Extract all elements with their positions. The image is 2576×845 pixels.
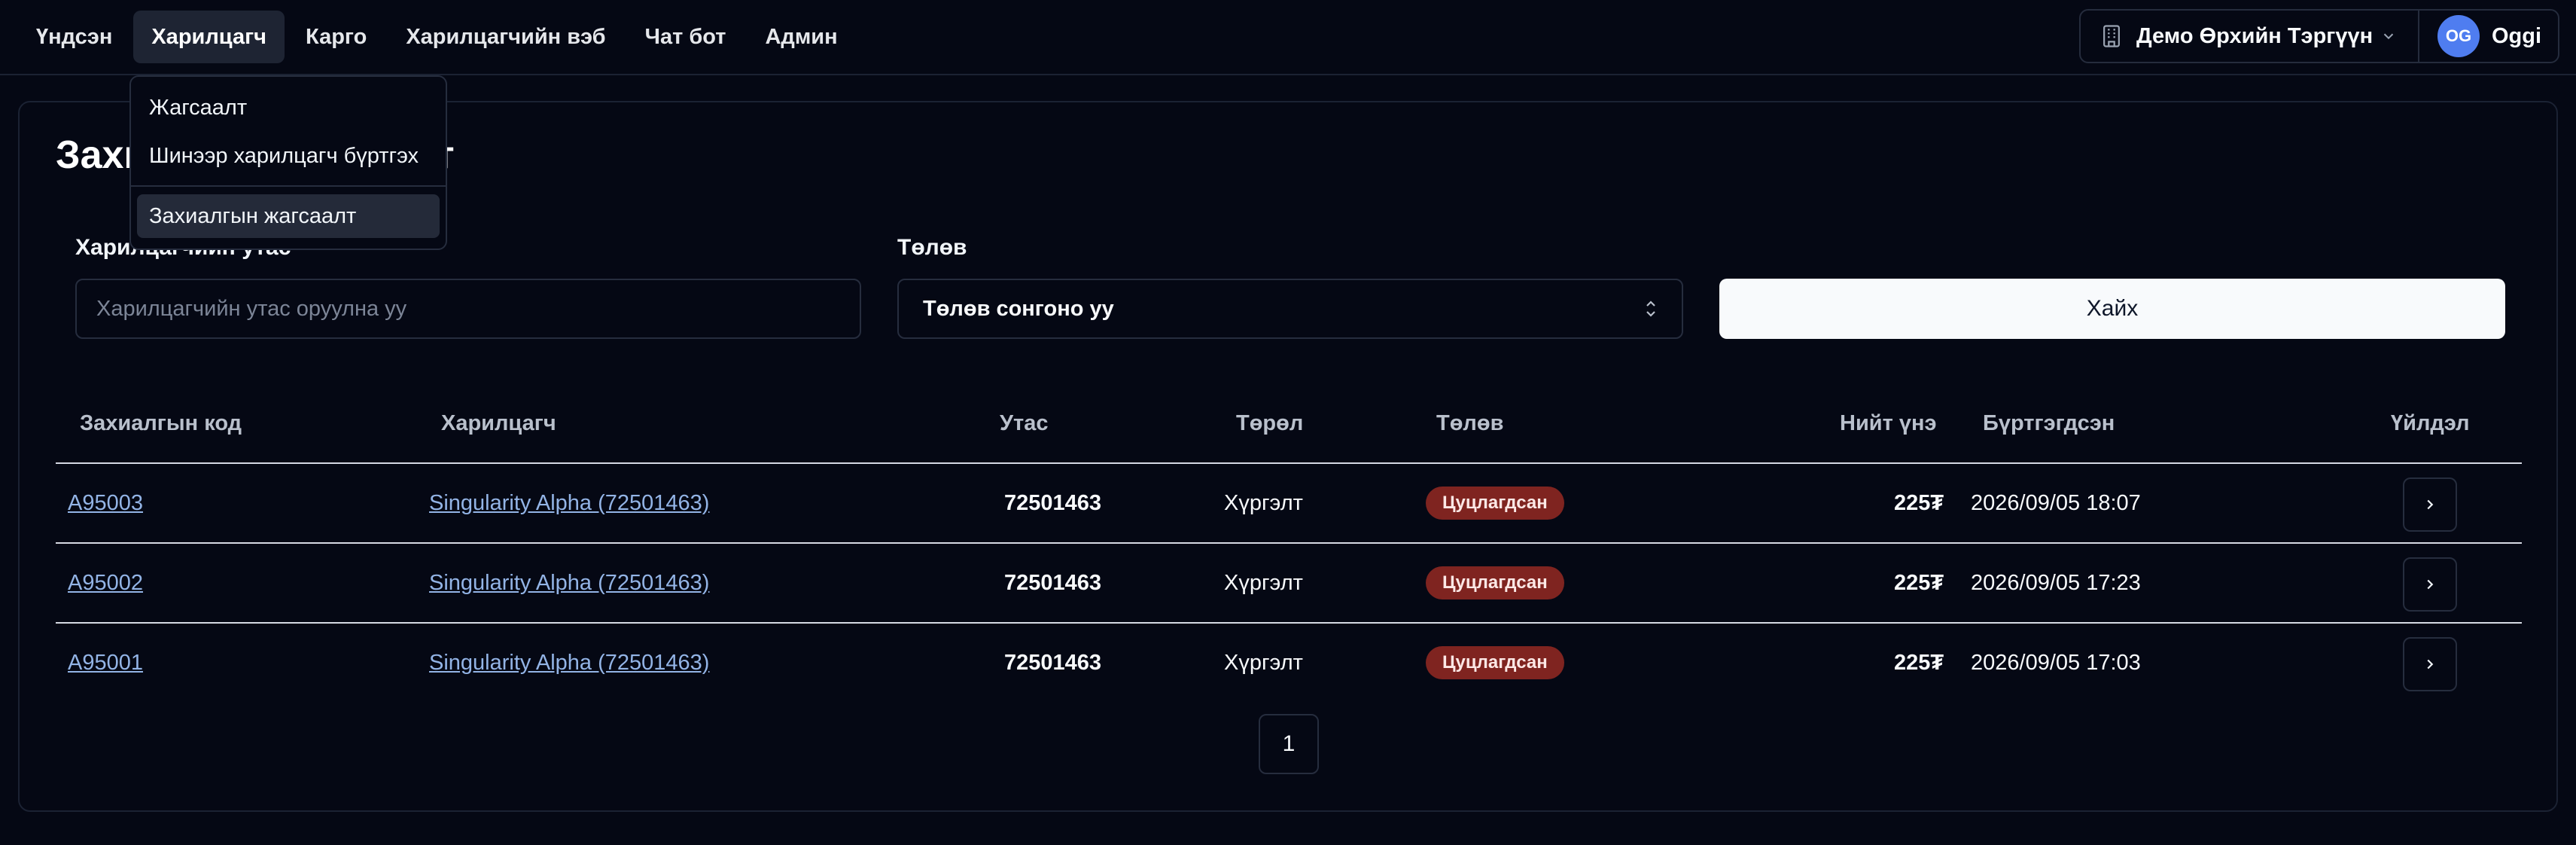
chevron-right-icon [2427, 659, 2434, 670]
chevrons-up-down-icon [1646, 300, 1655, 317]
menu-item-register-customer[interactable]: Шинээр харилцагч бүртгэх [137, 134, 440, 178]
row-detail-button[interactable] [2403, 477, 2457, 532]
avatar: OG [2437, 15, 2480, 57]
main-nav: Үндсэн Харилцагч Карго Харилцагчийн вэб … [18, 11, 859, 63]
type-cell: Хүргэлт [1224, 491, 1303, 515]
table-row: A95001 Singularity Alpha (72501463) 7250… [56, 624, 2522, 703]
customer-link[interactable]: Singularity Alpha (72501463) [429, 571, 709, 596]
col-customer: Харилцагч [441, 411, 556, 435]
top-navigation-bar: Үндсэн Харилцагч Карго Харилцагчийн вэб … [0, 0, 2576, 75]
order-code-link[interactable]: A95001 [68, 651, 143, 676]
nav-item-cargo[interactable]: Карго [288, 11, 385, 63]
table-row: A95002 Singularity Alpha (72501463) 7250… [56, 544, 2522, 624]
table-row: A95003 Singularity Alpha (72501463) 7250… [56, 464, 2522, 544]
col-phone: Утас [1000, 411, 1049, 435]
payment-status-select[interactable]: Төлөв сонгоно уу [897, 279, 1683, 339]
order-code-link[interactable]: A95003 [68, 491, 143, 516]
payment-select-value: Төлөв сонгоно уу [923, 296, 1114, 321]
col-actions: Үйлдэл [2391, 411, 2470, 435]
chevron-right-icon [2427, 499, 2434, 510]
col-created: Бүртгэгдсэн [1983, 411, 2115, 435]
table-header: Захиалгын код Харилцагч Утас Төрөл Төлөв… [56, 381, 2522, 464]
status-badge: Цуцлагдсан [1426, 646, 1564, 679]
phone-cell: 72501463 [1004, 491, 1102, 515]
nav-item-customer-web[interactable]: Харилцагчийн вэб [388, 11, 623, 63]
user-name: Oggi [2492, 23, 2542, 48]
col-order-code: Захиалгын код [80, 411, 242, 435]
org-user-box: Демо Өрхийн Тэргүүн OG Oggi [2079, 9, 2559, 63]
customers-dropdown-menu: Жагсаалт Шинээр харилцагч бүртгэх Захиал… [129, 75, 447, 250]
order-code-link[interactable]: A95002 [68, 571, 143, 596]
org-name: Демо Өрхийн Тэргүүн [2136, 23, 2374, 48]
row-detail-button[interactable] [2403, 637, 2457, 691]
type-cell: Хүргэлт [1224, 571, 1303, 595]
menu-divider [131, 185, 446, 187]
customer-link[interactable]: Singularity Alpha (72501463) [429, 651, 709, 676]
type-cell: Хүргэлт [1224, 651, 1303, 675]
total-cell: 225₮ [1894, 571, 1944, 595]
orders-table: Захиалгын код Харилцагч Утас Төрөл Төлөв… [56, 381, 2522, 703]
status-badge: Цуцлагдсан [1426, 487, 1564, 520]
col-status: Төлөв [1436, 411, 1504, 435]
menu-item-order-list[interactable]: Захиалгын жагсаалт [137, 194, 440, 238]
status-badge: Цуцлагдсан [1426, 566, 1564, 599]
col-total: Нийт үнэ [1840, 411, 1937, 435]
user-menu[interactable]: OG Oggi [2419, 11, 2541, 62]
row-detail-button[interactable] [2403, 557, 2457, 612]
phone-cell: 72501463 [1004, 651, 1102, 675]
col-type: Төрөл [1236, 411, 1304, 435]
nav-item-chat-bot[interactable]: Чат бот [627, 11, 744, 63]
pagination-page-1[interactable]: 1 [1259, 714, 1319, 774]
nav-item-customers[interactable]: Харилцагч [133, 11, 285, 63]
phone-search-input[interactable]: Харилцагчийн утас оруулна уу [75, 279, 861, 339]
total-cell: 225₮ [1894, 651, 1944, 675]
created-cell: 2026/09/05 17:03 [1971, 651, 2141, 675]
nav-item-admin[interactable]: Админ [747, 11, 855, 63]
search-button[interactable]: Хайх [1719, 279, 2505, 339]
chevron-right-icon [2427, 579, 2434, 590]
building-icon [2103, 25, 2120, 47]
phone-cell: 72501463 [1004, 571, 1102, 595]
menu-item-list[interactable]: Жагсаалт [137, 86, 440, 130]
total-cell: 225₮ [1894, 491, 1944, 515]
org-selector[interactable]: Демо Өрхийн Тэргүүн [2081, 11, 2419, 62]
created-cell: 2026/09/05 18:07 [1971, 491, 2141, 515]
chevron-down-icon [2383, 33, 2394, 40]
nav-item-home[interactable]: Үндсэн [18, 11, 130, 63]
customer-link[interactable]: Singularity Alpha (72501463) [429, 491, 709, 516]
created-cell: 2026/09/05 17:23 [1971, 571, 2141, 595]
payment-filter-label: Төлөв [897, 235, 967, 260]
